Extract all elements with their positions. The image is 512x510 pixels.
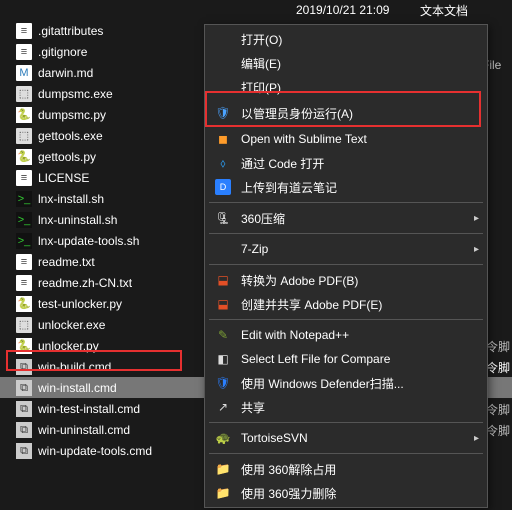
file-name: LICENSE <box>38 171 218 185</box>
menu-edit[interactable]: 编辑(E) <box>205 51 487 75</box>
blank-icon <box>213 240 233 258</box>
menu-360-force-delete[interactable]: 📁 使用 360强力删除 <box>205 481 487 505</box>
sublime-icon: ◼ <box>213 130 233 148</box>
menu-360zip[interactable]: 🗜 360压缩 ▸ <box>205 206 487 230</box>
sh-file-icon: >_ <box>16 212 32 228</box>
sh-file-icon: >_ <box>16 233 32 249</box>
submenu-arrow-icon: ▸ <box>474 213 479 224</box>
exe-file-icon: ⬚ <box>16 128 32 144</box>
py-file-icon: 🐍 <box>16 107 32 123</box>
file-date: 2019/10/21 21:09 <box>296 3 389 17</box>
menu-separator <box>209 264 483 265</box>
folder360-icon: 📁 <box>213 484 233 502</box>
submenu-arrow-icon: ▸ <box>474 244 479 255</box>
menu-open-vscode[interactable]: ⬨ 通过 Code 打开 <box>205 151 487 175</box>
defender-icon: 🛡 <box>213 374 233 392</box>
blank-icon <box>213 78 233 96</box>
file-name: dumpsmc.exe <box>38 87 218 101</box>
py-file-icon: 🐍 <box>16 149 32 165</box>
menu-to-pdf[interactable]: ⬓ 转换为 Adobe PDF(B) <box>205 268 487 292</box>
file-name: lnx-uninstall.sh <box>38 213 218 227</box>
menu-run-as-admin[interactable]: 🛡 以管理员身份运行(A) <box>205 99 487 127</box>
file-name: .gitignore <box>38 45 218 59</box>
sh-file-icon: >_ <box>16 191 32 207</box>
menu-separator <box>209 202 483 203</box>
submenu-arrow-icon: ▸ <box>474 433 479 444</box>
file-type: 文本文档 <box>420 2 468 19</box>
md-file-icon: M <box>16 65 32 81</box>
cmd-file-icon: ⧉ <box>16 401 32 417</box>
file-name: unlocker.py <box>38 339 218 353</box>
txt-file-icon: ≡ <box>16 23 32 39</box>
cmd-file-icon: ⧉ <box>16 422 32 438</box>
menu-share-pdf[interactable]: ⬓ 创建并共享 Adobe PDF(E) <box>205 292 487 316</box>
menu-separator <box>209 422 483 423</box>
file-name: win-update-tools.cmd <box>38 444 218 458</box>
menu-select-left-compare[interactable]: ◧ Select Left File for Compare <box>205 347 487 371</box>
menu-separator <box>209 233 483 234</box>
menu-share[interactable]: ↗ 共享 <box>205 395 487 419</box>
notepadpp-icon: ✎ <box>213 326 233 344</box>
file-name: gettools.exe <box>38 129 218 143</box>
file-name: readme.zh-CN.txt <box>38 276 218 290</box>
file-name: win-uninstall.cmd <box>38 423 218 437</box>
menu-separator <box>209 453 483 454</box>
file-name: win-build.cmd <box>38 360 218 374</box>
tortoisesvn-icon: 🐢 <box>213 429 233 447</box>
menu-7zip[interactable]: 7-Zip ▸ <box>205 237 487 261</box>
txt-file-icon: ≡ <box>16 170 32 186</box>
file-name: win-test-install.cmd <box>38 402 218 416</box>
cmd-file-icon: ⧉ <box>16 380 32 396</box>
shield-icon: 🛡 <box>213 104 233 122</box>
vscode-icon: ⬨ <box>213 154 233 172</box>
menu-defender-scan[interactable]: 🛡 使用 Windows Defender扫描... <box>205 371 487 395</box>
menu-edit-npp[interactable]: ✎ Edit with Notepad++ <box>205 323 487 347</box>
menu-separator <box>209 319 483 320</box>
file-name: dumpsmc.py <box>38 108 218 122</box>
file-name: .gitattributes <box>38 24 218 38</box>
file-list-pane: 2019/10/21 21:09 文本文档 ≡ .gitattributes ≡ .g… <box>0 0 512 510</box>
file-name: lnx-update-tools.sh <box>38 234 218 248</box>
menu-open-sublime[interactable]: ◼ Open with Sublime Text <box>205 127 487 151</box>
exe-file-icon: ⬚ <box>16 317 32 333</box>
context-menu: 打开(O) 编辑(E) 打印(P) 🛡 以管理员身份运行(A) ◼ Open w… <box>204 24 488 508</box>
pdf-icon: ⬓ <box>213 271 233 289</box>
menu-360-unlock[interactable]: 📁 使用 360解除占用 <box>205 457 487 481</box>
menu-tortoisesvn[interactable]: 🐢 TortoiseSVN ▸ <box>205 426 487 450</box>
file-row-header: 2019/10/21 21:09 文本文档 <box>0 0 512 20</box>
file-name: darwin.md <box>38 66 218 80</box>
menu-upload-ydnote[interactable]: D 上传到有道云笔记 <box>205 175 487 199</box>
txt-file-icon: ≡ <box>16 44 32 60</box>
pdf-share-icon: ⬓ <box>213 295 233 313</box>
py-file-icon: 🐍 <box>16 338 32 354</box>
folder360-icon: 📁 <box>213 460 233 478</box>
menu-open[interactable]: 打开(O) <box>205 27 487 51</box>
exe-file-icon: ⬚ <box>16 86 32 102</box>
txt-file-icon: ≡ <box>16 275 32 291</box>
file-name: readme.txt <box>38 255 218 269</box>
ydnote-icon: D <box>215 179 231 195</box>
file-name: test-unlocker.py <box>38 297 218 311</box>
file-name: gettools.py <box>38 150 218 164</box>
blank-icon <box>213 30 233 48</box>
file-name: win-install.cmd <box>38 381 218 395</box>
py-file-icon: 🐍 <box>16 296 32 312</box>
txt-file-icon: ≡ <box>16 254 32 270</box>
file-name: lnx-install.sh <box>38 192 218 206</box>
cmd-file-icon: ⧉ <box>16 443 32 459</box>
compare-icon: ◧ <box>213 350 233 368</box>
blank-icon <box>213 54 233 72</box>
file-name: unlocker.exe <box>38 318 218 332</box>
zip-icon: 🗜 <box>213 209 233 227</box>
share-icon: ↗ <box>213 398 233 416</box>
menu-print[interactable]: 打印(P) <box>205 75 487 99</box>
cmd-file-icon: ⧉ <box>16 359 32 375</box>
